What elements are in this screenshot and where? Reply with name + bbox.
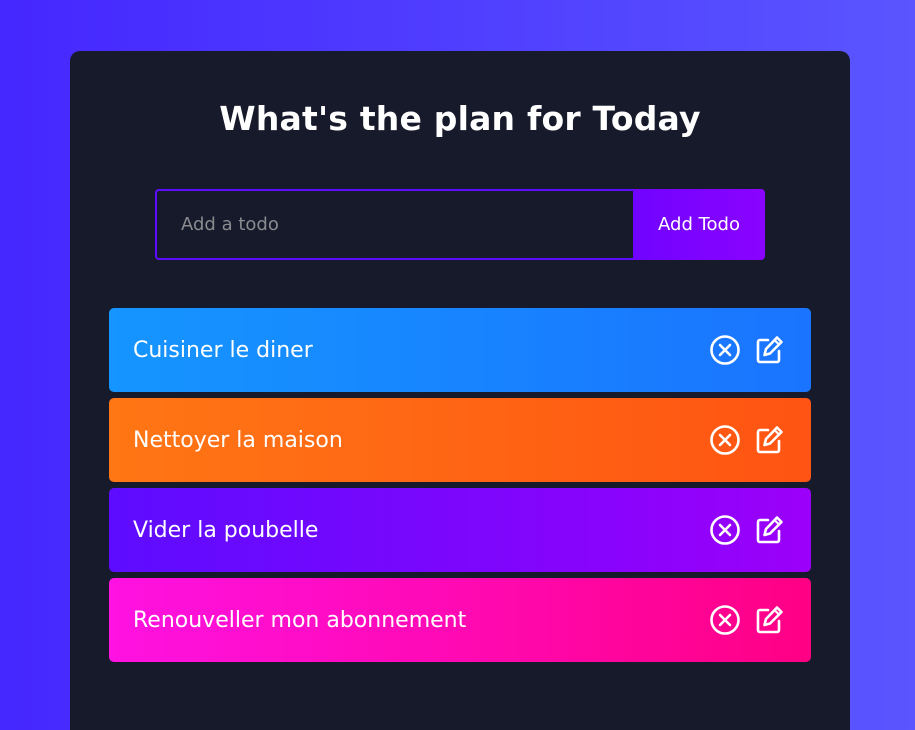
todo-text[interactable]: Renouveller mon abonnement <box>133 608 466 633</box>
todo-app: What's the plan for Today Add Todo Cuisi… <box>70 51 850 730</box>
todo-row: Renouveller mon abonnement <box>109 578 811 662</box>
todo-actions <box>709 514 785 546</box>
todo-actions <box>709 334 785 366</box>
todo-text[interactable]: Nettoyer la maison <box>133 428 343 453</box>
todo-row: Vider la poubelle <box>109 488 811 572</box>
todo-actions <box>709 424 785 456</box>
todo-list: Cuisiner le diner Nettoyer la maison Vid… <box>109 308 811 668</box>
todo-text[interactable]: Cuisiner le diner <box>133 338 313 363</box>
add-todo-button[interactable]: Add Todo <box>633 189 765 260</box>
close-circle-icon[interactable] <box>709 424 741 456</box>
close-circle-icon[interactable] <box>709 514 741 546</box>
page-title: What's the plan for Today <box>219 99 701 138</box>
edit-icon[interactable] <box>753 334 785 366</box>
todo-form: Add Todo <box>155 189 765 260</box>
todo-actions <box>709 604 785 636</box>
close-circle-icon[interactable] <box>709 334 741 366</box>
todo-row: Nettoyer la maison <box>109 398 811 482</box>
todo-input[interactable] <box>155 189 633 260</box>
todo-row: Cuisiner le diner <box>109 308 811 392</box>
close-circle-icon[interactable] <box>709 604 741 636</box>
edit-icon[interactable] <box>753 514 785 546</box>
edit-icon[interactable] <box>753 604 785 636</box>
todo-text[interactable]: Vider la poubelle <box>133 518 318 543</box>
edit-icon[interactable] <box>753 424 785 456</box>
